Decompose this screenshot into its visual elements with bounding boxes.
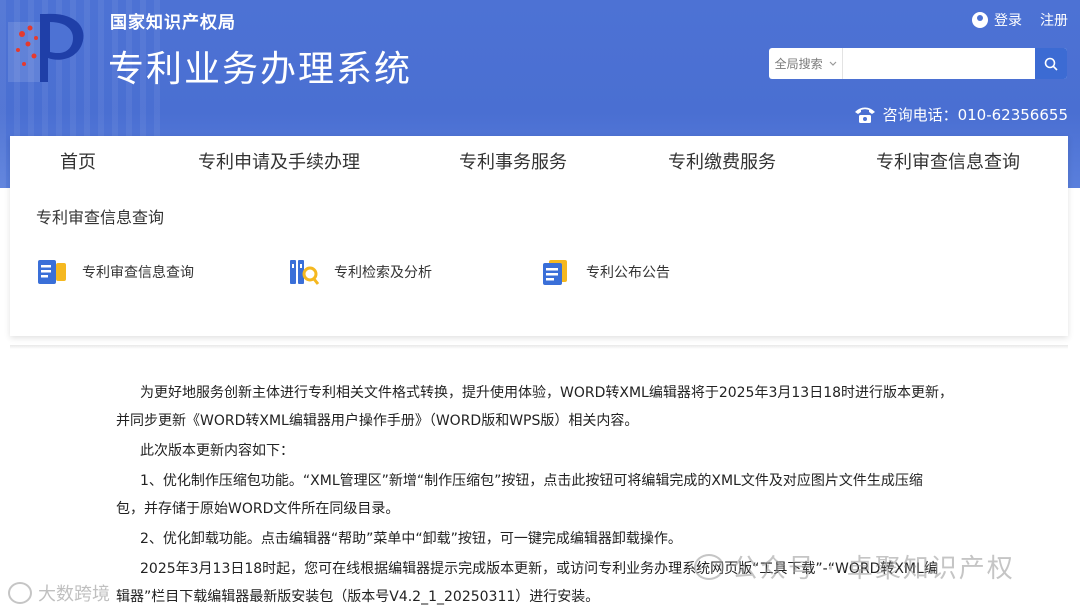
consult-phone: 咨询电话：010-62356655 [853,104,1068,125]
phone-text: 咨询电话：010-62356655 [882,106,1068,124]
nav-home[interactable]: 首页 [60,148,96,174]
submenu-item-label: 专利审查信息查询 [82,265,194,281]
article-line: 辑器”栏目下载编辑器最新版安装包（版本号V4.2_1_20250311）进行安装… [116,589,600,605]
article-line: 2、优化卸载功能。点击编辑器“帮助”菜单中“卸载”按钮，可一键完成编辑器卸载操作… [140,531,682,547]
user-icon [972,12,988,28]
submenu-title: 专利审查信息查询 [36,208,165,227]
search-analysis-icon [290,260,320,285]
nav-patent-examination-query[interactable]: 专利审查信息查询 [876,148,1020,174]
chevron-down-icon [829,61,837,66]
mega-menu: 首页 专利申请及手续办理 专利事务服务 专利缴费服务 专利审查信息查询 专利审查… [10,136,1068,336]
watermark-text: 大数跨境 [38,584,110,605]
search-button[interactable] [1035,48,1067,79]
article-line: 并同步更新《WORD转XML编辑器用户操作手册》（WORD版和WPS版）相关内容… [116,413,639,429]
watermark-text: 公众号 · 卓聚知识产权 [732,554,1015,584]
divider [10,345,1068,349]
submenu-item-label: 专利检索及分析 [334,265,432,281]
global-search: 全局搜索 [769,48,1067,79]
article-line: 此次版本更新内容如下： [140,443,294,459]
system-title: 专利业务办理系统 [108,49,413,90]
watermark-brand: 大数跨境 [8,580,110,606]
nav-patent-application[interactable]: 专利申请及手续办理 [198,148,360,174]
org-name: 国家知识产权局 [110,13,236,33]
login-label: 登录 [994,13,1022,29]
document-list-icon [543,260,567,285]
submenu-item-label: 专利公布公告 [586,265,670,281]
article-line: 包，并存储于原始WORD文件所在同级目录。 [116,501,400,517]
submenu-item-search-analysis[interactable]: 专利检索及分析 [288,258,432,286]
search-scope-dropdown[interactable]: 全局搜索 [769,48,844,79]
register-link[interactable]: 注册 [1040,10,1068,30]
cnipa-logo-icon [8,13,84,83]
phone-icon [854,107,875,123]
article-line: 1、优化制作压缩包功能。“XML管理区”新增“制作压缩包”按钮，点击此按钮可将编… [140,473,923,489]
wechat-icon [694,553,724,580]
login-link[interactable]: 登录 [972,10,1022,30]
submenu-item-examination-query[interactable]: 专利审查信息查询 [36,258,194,286]
main-nav: 首页 专利申请及手续办理 专利事务服务 专利缴费服务 专利审查信息查询 [10,136,1068,186]
brand-icon [8,582,32,604]
nav-patent-affairs[interactable]: 专利事务服务 [459,148,567,174]
nav-patent-fees[interactable]: 专利缴费服务 [668,148,776,174]
info-card-icon [38,260,66,284]
watermark-wechat: 公众号 · 卓聚知识产权 [694,548,1015,585]
account-links: 登录 注册 [972,10,1068,30]
search-input[interactable] [843,48,1036,79]
search-scope-label: 全局搜索 [774,57,823,71]
submenu-item-publication[interactable]: 专利公布公告 [540,258,670,286]
article-line: 为更好地服务创新主体进行专利相关文件格式转换，提升使用体验，WORD转XML编辑… [140,385,954,401]
search-icon [1044,57,1058,71]
